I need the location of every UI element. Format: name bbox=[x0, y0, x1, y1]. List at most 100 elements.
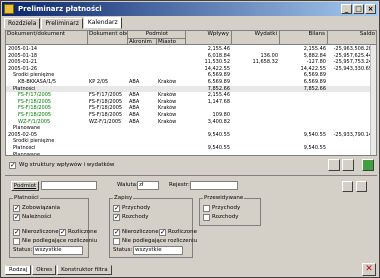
cell-wp: 6,569.89 bbox=[207, 79, 230, 85]
z-rozliczone-label: Rozliczone bbox=[168, 229, 198, 235]
cell-t: Planowane bbox=[13, 125, 41, 132]
zobowiazania-checkbox[interactable] bbox=[13, 204, 20, 212]
close-x-icon[interactable]: ✕ bbox=[362, 263, 376, 276]
col-miasto[interactable]: Miasto bbox=[157, 38, 186, 45]
options-bar: Wg struktury wpływów i wydatków bbox=[5, 158, 377, 174]
table-row[interactable]: 2005-01-26 14,422.55 14,422.55 -25,943,330.… bbox=[6, 65, 376, 73]
cell-sa: -25,957,625.44 bbox=[333, 52, 372, 59]
export-icon[interactable] bbox=[362, 159, 374, 171]
payments-grid[interactable]: Dokument/dokument Dokument obcy Podmiot … bbox=[5, 30, 377, 156]
top-tabs: Rozdziela Preliminarz Kalendarz bbox=[4, 17, 123, 29]
cell-t: FS-F/18/2005 bbox=[18, 98, 52, 105]
rozchody-label: Rozchody bbox=[122, 214, 149, 220]
cell-obc: WZ-F/1/2005 bbox=[89, 118, 122, 125]
z-niepodl-checkbox[interactable] bbox=[113, 238, 120, 245]
table-row[interactable]: 2005-02-05 9,540.55 9,540.55 -25,933,790.14 bbox=[6, 131, 376, 139]
table-row[interactable]: FS-F/18/2005 FS-F/18/2005 ABA Kraków bbox=[6, 105, 376, 112]
rozchody-checkbox[interactable] bbox=[113, 213, 120, 221]
table-row[interactable]: 2005-01-14 2,155.46 2,155.46 -25,963,508.28 bbox=[6, 46, 376, 53]
table-row[interactable]: KB-BKKASA/1/5 KP 2/05 ABA Kraków 6,569.89 6,5… bbox=[6, 79, 376, 86]
table-row[interactable]: FS-F/18/2005 FS-F/18/2005 ABA Kraków 109.80 bbox=[6, 112, 376, 119]
table-row[interactable]: Płatności 9,540.55 9,540.55 bbox=[6, 145, 376, 152]
podmiot-input[interactable] bbox=[41, 181, 97, 190]
minimize-button[interactable]: _ bbox=[341, 4, 352, 14]
table-row[interactable]: FS-F/18/2005 FS-F/18/2005 ABA Kraków 1,147.6… bbox=[6, 98, 376, 106]
z-rozliczone-checkbox[interactable] bbox=[159, 228, 166, 236]
cell-wp: 11,530.52 bbox=[204, 59, 230, 66]
waluta-select[interactable]: zł bbox=[137, 181, 159, 190]
platnosci-title: Płatności bbox=[13, 195, 40, 201]
structure-label: Wg struktury wpływów i wydatków bbox=[19, 162, 115, 168]
table-row[interactable]: Płatności 7,852.66 7,852.66 bbox=[6, 85, 376, 93]
cell-sa: -25,943,330.69 bbox=[333, 65, 372, 72]
table-row[interactable]: 2005-01-18 6,018.84 136.00 5,882.84 -25,957,… bbox=[6, 52, 376, 60]
rejestr-label: Rejestr: bbox=[169, 182, 190, 188]
tab-okres[interactable]: Okres bbox=[32, 265, 57, 275]
cell-t: 2005-01-26 bbox=[8, 65, 38, 72]
col-dokument[interactable]: Dokument/dokument bbox=[6, 31, 88, 45]
przewidywane-group bbox=[199, 198, 261, 226]
tab-rozdziela[interactable]: Rozdziela bbox=[4, 18, 41, 29]
p-nierozliczone-label: Nierozliczone bbox=[22, 229, 59, 235]
p-nierozliczone-checkbox[interactable] bbox=[13, 228, 20, 236]
tab-preliminarz[interactable]: Preliminarz bbox=[41, 18, 83, 29]
zoom-icon[interactable] bbox=[328, 159, 340, 171]
cell-obc: KP 2/05 bbox=[89, 79, 109, 85]
cell-bi: 9,540.55 bbox=[303, 145, 326, 151]
cell-t: 2005-01-21 bbox=[8, 59, 38, 66]
p-niepodl-label: Nie podlegające rozliczeniu bbox=[22, 238, 98, 244]
p-status-select[interactable]: wszystkie bbox=[33, 246, 83, 255]
maximize-button[interactable]: □ bbox=[353, 4, 364, 14]
rejestr-select[interactable] bbox=[190, 181, 238, 190]
p-rozliczone-checkbox[interactable] bbox=[59, 228, 66, 236]
table-row[interactable]: WZ-F/1/2005 WZ-F/1/2005 ABA Kraków 3,400.82 bbox=[6, 118, 376, 126]
pr-rozchody-checkbox[interactable] bbox=[203, 214, 210, 221]
table-row[interactable]: 2005-01-21 11,530.52 11,658.32 -127.80 -25,9… bbox=[6, 59, 376, 66]
col-bilans[interactable]: Bilans bbox=[280, 31, 328, 45]
col-wydatki[interactable]: Wydatki bbox=[232, 31, 280, 45]
table-row[interactable]: Środki pieniężne bbox=[6, 138, 376, 145]
cell-obc: FS-F/18/2005 bbox=[89, 98, 123, 105]
tab-rodzaj[interactable]: Rodzaj bbox=[5, 265, 32, 275]
zoom-plus-icon[interactable] bbox=[342, 159, 354, 171]
filter-icon[interactable] bbox=[342, 181, 353, 192]
tab-konstruktor[interactable]: Konstruktor filtra bbox=[57, 265, 112, 275]
col-saldo[interactable]: Saldo bbox=[328, 31, 376, 45]
cell-t: Środki pieniężne bbox=[13, 72, 55, 79]
naleznosci-checkbox[interactable] bbox=[13, 213, 20, 221]
structure-checkbox[interactable] bbox=[9, 161, 16, 169]
col-wplywy[interactable]: Wpływy bbox=[186, 31, 232, 45]
table-row[interactable]: FS-F/17/2005 FS-F/17/2005 ABA Kraków 2,155.4… bbox=[6, 92, 376, 99]
podmiot-button[interactable]: Podmiot bbox=[11, 181, 39, 191]
col-podmiot[interactable]: Podmiot bbox=[128, 31, 186, 38]
zobowiazania-label: Zobowiązania bbox=[22, 205, 61, 211]
z-nierozliczone-checkbox[interactable] bbox=[113, 228, 120, 236]
table-row[interactable]: Środki pieniężne 6,569.89 6,569.89 bbox=[6, 72, 376, 79]
zapisy-title: Zapisy bbox=[113, 195, 134, 201]
cell-akr: ABA bbox=[129, 105, 140, 112]
z-nierozliczone-label: Nierozliczone bbox=[122, 229, 159, 235]
pr-przychody-checkbox[interactable] bbox=[203, 205, 210, 212]
cell-akr: ABA bbox=[129, 118, 140, 125]
z-niepodl-label: Nie podlegające rozliczeniu bbox=[122, 238, 198, 244]
divider bbox=[5, 175, 377, 176]
tab-kalendarz[interactable]: Kalendarz bbox=[83, 17, 122, 29]
cell-t: Środki pieniężne bbox=[13, 138, 55, 145]
clear-filter-icon[interactable] bbox=[356, 181, 367, 192]
cell-t: 2005-02-05 bbox=[8, 131, 38, 138]
przychody-checkbox[interactable] bbox=[113, 204, 120, 212]
cell-wp: 14,422.55 bbox=[204, 65, 230, 72]
p-niepodl-checkbox[interactable] bbox=[13, 238, 20, 245]
table-row[interactable]: Planowane bbox=[6, 152, 376, 155]
col-akronim[interactable]: Akronim bbox=[128, 38, 157, 45]
z-status-label: Status: bbox=[113, 247, 133, 253]
cell-wp: 9,540.55 bbox=[207, 131, 230, 138]
col-dokument-obcy[interactable]: Dokument obcy bbox=[88, 31, 128, 45]
z-status-select[interactable]: wszystkie bbox=[133, 246, 183, 255]
cell-sa: -25,933,790.14 bbox=[333, 131, 372, 138]
grid-scrollbar[interactable] bbox=[370, 45, 376, 155]
close-button[interactable]: × bbox=[365, 4, 376, 14]
table-row[interactable]: Planowane bbox=[6, 125, 376, 132]
cell-sa: -25,963,508.28 bbox=[333, 46, 372, 52]
cell-wp: 109.80 bbox=[212, 112, 231, 118]
